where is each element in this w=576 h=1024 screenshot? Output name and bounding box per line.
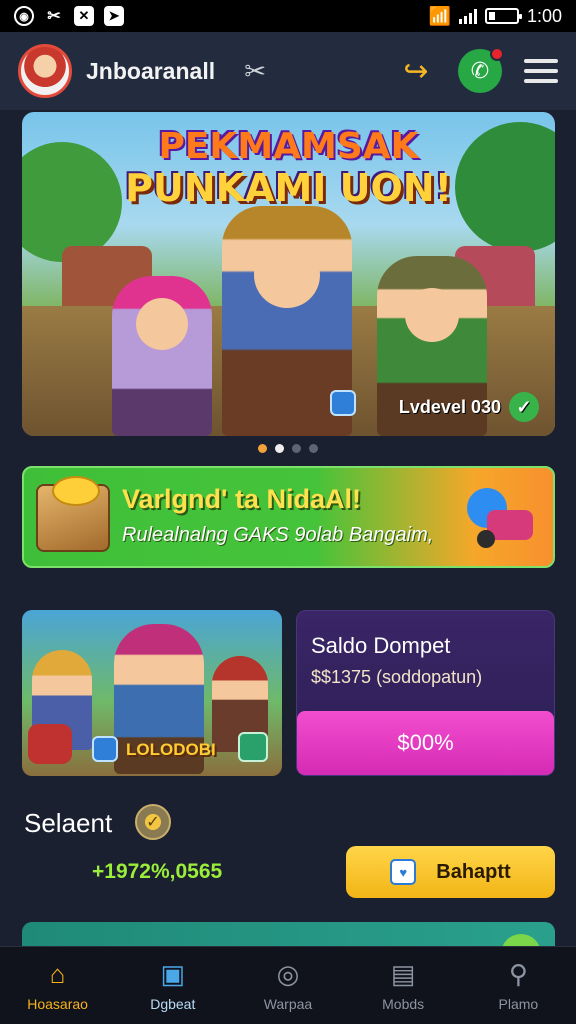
gem-icon <box>238 732 268 762</box>
hero-level-badge: Lvdevel 030 ✓ <box>399 392 539 422</box>
shield-icon <box>28 724 72 764</box>
wallet-button[interactable]: $00% <box>297 711 554 775</box>
toy-icon <box>457 480 539 554</box>
hero-title-line2: PUNKAMI UON! <box>125 166 452 210</box>
nav-item-bag[interactable]: ▤ Mobds <box>353 959 453 1012</box>
wallet-balance: $$1375 (soddopatun) <box>311 667 483 687</box>
globe-icon: ◎ <box>276 959 300 989</box>
promo-subtitle: Rulealnalng GAKS 9olab Bangaim, <box>122 524 434 546</box>
heart-icon: ♥ <box>390 859 417 885</box>
home-icon: ⌂ <box>49 959 66 989</box>
tools-icon[interactable]: ✂ <box>241 57 269 85</box>
send-icon: ➤ <box>104 6 124 26</box>
promo-banner[interactable]: Varlgnd' ta NidaAl! Rulealnalng GAKS 9ol… <box>22 466 555 568</box>
select-value: +1972%,0565 <box>92 860 223 883</box>
share-icon: ↪ <box>403 54 429 88</box>
status-bar: ◉ ✂ ✕ ➤ 📶 1:00 <box>0 0 576 32</box>
select-action-label: Bahaptt <box>436 860 511 883</box>
game-card-label: LOLODOBI <box>126 740 216 759</box>
gem-icon <box>92 736 118 762</box>
battery-icon <box>484 8 522 24</box>
check-icon: ✓ <box>509 392 539 422</box>
wifi-icon: 📶 <box>428 5 451 26</box>
search-icon: ⚲ <box>508 959 528 989</box>
hero-banner[interactable]: PEKMAMSAK PUNKAMI UON! Lvdevel 030 ✓ <box>22 112 555 436</box>
menu-button[interactable] <box>524 59 558 83</box>
nav-item-search[interactable]: ⚲ Plamo <box>468 959 568 1012</box>
avatar[interactable] <box>18 44 72 98</box>
nav-item-globe[interactable]: ◎ Warpaa <box>238 959 338 1012</box>
tools-icon: ✂ <box>47 8 61 25</box>
status-time: 1:00 <box>526 5 562 26</box>
carousel-dot[interactable] <box>292 444 301 453</box>
x-icon: ✕ <box>74 6 94 26</box>
carousel-dot[interactable] <box>309 444 318 453</box>
notification-dot <box>490 47 504 61</box>
share-button[interactable]: ↪ <box>396 51 436 91</box>
promo-title: Varlgnd' ta NidaAl! <box>122 484 361 514</box>
carousel-indicator <box>0 444 576 453</box>
treasure-chest-icon <box>36 476 110 552</box>
game-card[interactable]: LOLODOBI <box>22 610 282 776</box>
app-title: Jnboaranall <box>86 57 216 84</box>
signal-icon <box>458 8 477 24</box>
select-label: Selaent <box>24 808 113 838</box>
bag-icon: ▤ <box>390 959 416 989</box>
phone-icon: ✆ <box>470 58 490 83</box>
wallet-title: Saldo Dompet <box>311 633 451 658</box>
bottom-nav: ⌂ Hoasarao ▣ Dgbeat ◎ Warpaa ▤ Mobds ⚲ P… <box>0 946 576 1024</box>
chat-icon: ▣ <box>160 959 186 989</box>
carousel-dot[interactable] <box>275 444 284 453</box>
carousel-dot[interactable] <box>258 444 267 453</box>
nav-item-home[interactable]: ⌂ Hoasarao <box>8 959 108 1012</box>
wallet-card: Saldo Dompet $$1375 (soddopatun) $00% <box>296 610 555 776</box>
shield-icon <box>330 390 356 416</box>
phone-button[interactable]: ✆ <box>458 47 504 93</box>
select-action-button[interactable]: ♥ Bahaptt <box>346 846 555 898</box>
settings-ring-icon: ◉ <box>14 6 34 26</box>
coin-icon[interactable]: ✓ <box>135 804 171 840</box>
app-bar: Jnboaranall ✂ ↪ ✆ <box>0 32 576 110</box>
hero-title-line1: PEKMAMSAK <box>158 126 419 167</box>
nav-item-chat[interactable]: ▣ Dgbeat <box>123 959 223 1012</box>
hero-level-text: Lvdevel 030 <box>398 396 501 417</box>
